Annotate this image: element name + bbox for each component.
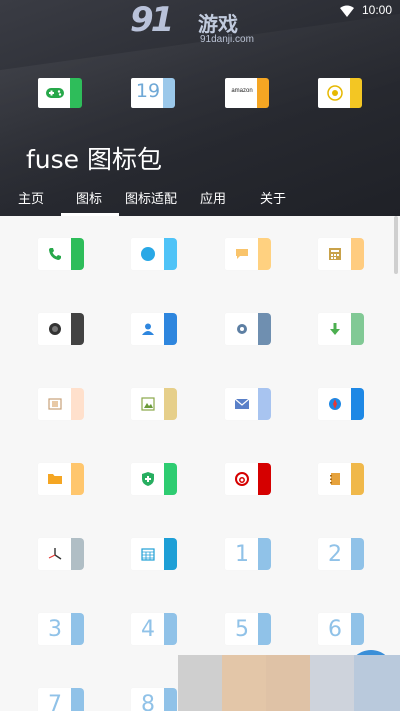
folder-icon[interactable]	[38, 463, 84, 495]
notebook-icon-glyph	[318, 463, 352, 495]
blur-overlay-3	[266, 655, 310, 711]
netease-music-icon-glyph	[225, 463, 259, 495]
message-icon-glyph	[225, 238, 259, 270]
shield-icon-glyph	[131, 463, 165, 495]
tab-apps[interactable]: 应用	[200, 188, 226, 207]
clock-icon-glyph	[38, 538, 72, 570]
number-8-icon-label: 8	[141, 691, 155, 711]
watermark-logo-text: 游戏	[198, 12, 238, 36]
number-5-icon-label: 5	[235, 616, 249, 642]
calendar-grid-icon-glyph	[131, 538, 165, 570]
settings-icon-glyph	[225, 313, 259, 345]
preview-target-icon	[318, 78, 362, 108]
number-7-icon-label: 7	[48, 691, 62, 711]
phone-icon[interactable]	[38, 238, 84, 270]
calendar-grid-icon[interactable]	[131, 538, 177, 570]
contacts-icon-glyph	[131, 313, 165, 345]
calculator-icon-glyph	[318, 238, 352, 270]
number-6-icon[interactable]: 6	[318, 613, 364, 645]
camera-icon[interactable]	[38, 313, 84, 345]
compass-icon[interactable]	[318, 388, 364, 420]
header: 10:00 91 游戏 91danji.com 19 amazon fuse 图…	[0, 0, 400, 216]
folder-icon-glyph	[38, 463, 72, 495]
download-icon-glyph	[318, 313, 352, 345]
sim-card-icon[interactable]	[38, 388, 84, 420]
chat-bubble-icon[interactable]	[131, 238, 177, 270]
mail-icon-glyph	[225, 388, 259, 420]
preview-amazon-icon: amazon	[225, 78, 269, 108]
watermark-logo: 91 游戏 91danji.com	[130, 0, 270, 52]
number-4-icon-label: 4	[141, 616, 155, 642]
watermark-url: 91danji.com	[200, 34, 254, 45]
calculator-icon[interactable]	[318, 238, 364, 270]
number-3-icon-label: 3	[48, 616, 62, 642]
image-icon-glyph	[131, 388, 165, 420]
number-2-icon[interactable]: 2	[318, 538, 364, 570]
tab-bar: 主页 图标 图标适配 应用 关于	[0, 184, 400, 216]
phone-icon-glyph	[38, 238, 72, 270]
number-5-icon[interactable]: 5	[225, 613, 271, 645]
blur-overlay-5	[354, 655, 400, 711]
status-time: 10:00	[361, 3, 392, 17]
mail-icon[interactable]	[225, 388, 271, 420]
number-2-icon-label: 2	[328, 541, 342, 567]
download-icon[interactable]	[318, 313, 364, 345]
blur-overlay-4	[310, 655, 354, 711]
notebook-icon[interactable]	[318, 463, 364, 495]
scrollbar[interactable]	[394, 216, 398, 274]
blur-overlay-2	[222, 655, 266, 711]
sim-card-icon-glyph	[38, 388, 72, 420]
netease-music-icon[interactable]	[225, 463, 271, 495]
tab-home[interactable]: 主页	[18, 188, 44, 207]
camera-icon-glyph	[38, 313, 72, 345]
preview-calendar-date: 19	[135, 80, 161, 102]
watermark-logo-number: 91	[130, 0, 174, 40]
app-title: fuse 图标包	[26, 145, 162, 174]
clock-icon[interactable]	[38, 538, 84, 570]
chat-bubble-icon-glyph	[131, 238, 165, 270]
wifi-icon	[340, 5, 354, 17]
preview-amazon-text: amazon	[231, 88, 253, 94]
tab-icon-adaptation[interactable]: 图标适配	[125, 188, 177, 207]
message-icon[interactable]	[225, 238, 271, 270]
contacts-icon[interactable]	[131, 313, 177, 345]
number-3-icon[interactable]: 3	[38, 613, 84, 645]
tab-about[interactable]: 关于	[260, 188, 286, 207]
number-6-icon-label: 6	[328, 616, 342, 642]
preview-game-controller-icon	[38, 78, 82, 108]
settings-icon[interactable]	[225, 313, 271, 345]
shield-icon[interactable]	[131, 463, 177, 495]
number-1-icon[interactable]: 1	[225, 538, 271, 570]
image-icon[interactable]	[131, 388, 177, 420]
compass-icon-glyph	[318, 388, 352, 420]
preview-calendar-icon: 19	[131, 78, 175, 108]
number-1-icon-label: 1	[235, 541, 249, 567]
tab-icons[interactable]: 图标	[76, 188, 102, 207]
number-7-icon[interactable]: 7	[38, 688, 84, 711]
blur-overlay-1	[178, 655, 222, 711]
number-4-icon[interactable]: 4	[131, 613, 177, 645]
number-8-icon[interactable]: 8	[131, 688, 177, 711]
